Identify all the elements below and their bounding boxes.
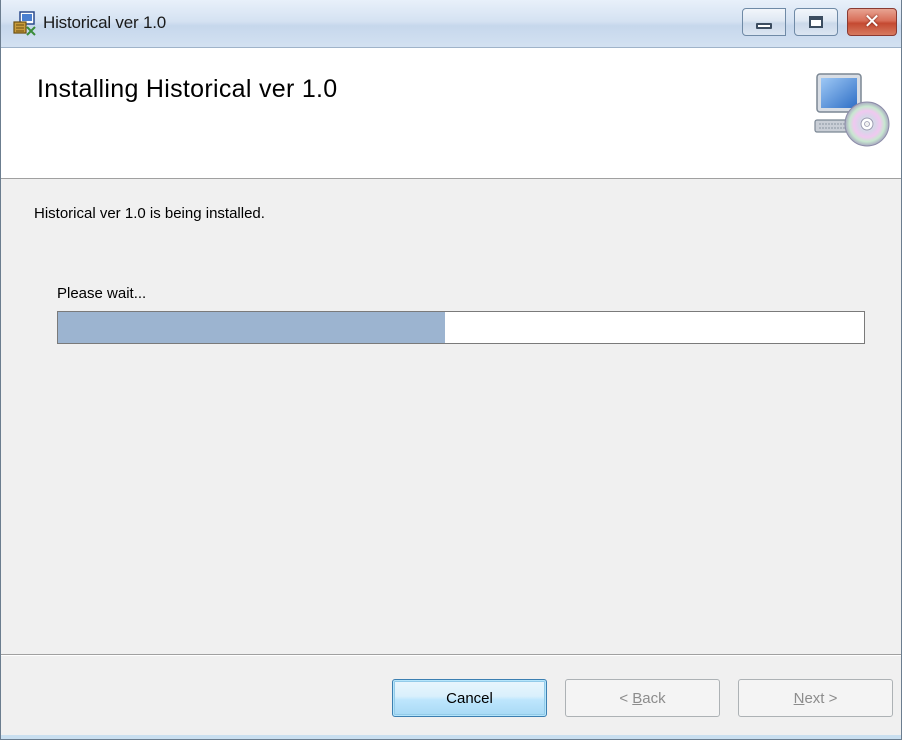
back-button-rest: ack — [642, 689, 666, 707]
progress-fill — [58, 312, 445, 343]
next-button-rest: ext — [804, 689, 825, 707]
installer-icon — [13, 11, 36, 36]
page-title: Installing Historical ver 1.0 — [37, 75, 338, 103]
window-title: Historical ver 1.0 — [43, 13, 166, 32]
maximize-button[interactable] — [794, 8, 838, 36]
install-progress-bar — [57, 311, 865, 344]
header-banner: Installing Historical ver 1.0 — [1, 48, 901, 179]
close-icon: ✕ — [863, 11, 881, 33]
back-button-prefix: < — [619, 689, 633, 707]
back-button-mnemonic: B — [632, 689, 643, 707]
footer-divider-highlight — [1, 655, 901, 656]
maximize-icon — [809, 16, 823, 28]
cancel-button[interactable]: Cancel — [392, 679, 547, 717]
computer-cd-icon — [814, 73, 890, 147]
next-button[interactable]: Next > — [738, 679, 893, 717]
title-bar[interactable]: Historical ver 1.0 ✕ — [1, 0, 901, 48]
installer-window: Historical ver 1.0 ✕ Installing Historic… — [0, 0, 902, 740]
minimize-icon — [756, 23, 772, 29]
next-button-suffix: > — [824, 689, 838, 707]
cancel-button-label: Cancel — [446, 689, 493, 707]
please-wait-label: Please wait... — [57, 285, 147, 302]
close-button[interactable]: ✕ — [847, 8, 897, 36]
back-button[interactable]: < Back — [565, 679, 720, 717]
window-bottom-edge — [1, 735, 901, 739]
install-status-text: Historical ver 1.0 is being installed. — [34, 205, 265, 222]
minimize-button[interactable] — [742, 8, 786, 36]
next-button-mnemonic: N — [793, 689, 805, 707]
